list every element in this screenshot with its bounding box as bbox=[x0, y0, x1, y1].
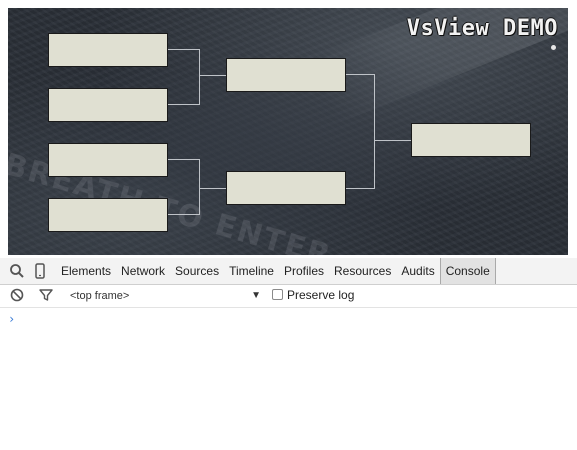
bracket-slot-r1-2[interactable] bbox=[48, 88, 168, 122]
devtools-panel: Elements Network Sources Timeline Profil… bbox=[0, 258, 577, 450]
chevron-down-icon: ▼ bbox=[251, 290, 261, 301]
bracket-connector bbox=[168, 104, 200, 105]
bracket-connector bbox=[199, 159, 200, 215]
bracket-connector bbox=[168, 214, 200, 215]
devtools-tabbar: Elements Network Sources Timeline Profil… bbox=[0, 258, 577, 285]
frame-select[interactable]: <top frame> ▼ bbox=[70, 287, 265, 305]
bracket-connector bbox=[374, 74, 375, 189]
tab-network[interactable]: Network bbox=[116, 258, 170, 284]
bracket-connector bbox=[199, 188, 226, 189]
bracket-connector bbox=[374, 140, 411, 141]
preserve-log-checkbox[interactable] bbox=[272, 289, 283, 300]
bracket-slot-r1-3[interactable] bbox=[48, 143, 168, 177]
frame-select-value: <top frame> bbox=[70, 290, 130, 302]
device-mode-icon[interactable] bbox=[31, 262, 49, 280]
bracket-connector bbox=[199, 75, 226, 76]
tab-elements[interactable]: Elements bbox=[56, 258, 116, 284]
tab-profiles[interactable]: Profiles bbox=[279, 258, 329, 284]
title-dot bbox=[551, 45, 556, 50]
bracket-connector bbox=[346, 188, 375, 189]
stage-title: VsView DEMO bbox=[406, 16, 558, 41]
tab-timeline[interactable]: Timeline bbox=[224, 258, 279, 284]
preserve-log-label: Preserve log bbox=[287, 288, 355, 302]
bracket-slot-r1-1[interactable] bbox=[48, 33, 168, 67]
bracket-slot-r2-1[interactable] bbox=[226, 58, 346, 92]
inspect-search-icon[interactable] bbox=[8, 262, 26, 280]
console-toolbar: <top frame> ▼ Preserve log bbox=[0, 285, 577, 308]
devtools-tabs: Elements Network Sources Timeline Profil… bbox=[56, 258, 496, 284]
page-viewport: BREATH TO ENTER VsView DEMO bbox=[0, 0, 577, 258]
bracket-connector bbox=[199, 49, 200, 105]
bracket-connector bbox=[168, 49, 200, 50]
console-prompt-icon: › bbox=[8, 312, 16, 326]
tab-console[interactable]: Console bbox=[439, 258, 496, 284]
console-output[interactable]: › bbox=[0, 308, 577, 450]
bracket-slot-r1-4[interactable] bbox=[48, 198, 168, 232]
tab-resources[interactable]: Resources bbox=[329, 258, 396, 284]
bracket-connector bbox=[346, 74, 375, 75]
bracket-connector bbox=[168, 159, 200, 160]
filter-icon[interactable] bbox=[37, 286, 55, 304]
bracket-slot-final[interactable] bbox=[411, 123, 531, 157]
tab-audits[interactable]: Audits bbox=[396, 258, 439, 284]
clear-console-icon[interactable] bbox=[8, 286, 26, 304]
tab-sources[interactable]: Sources bbox=[170, 258, 224, 284]
bracket-slot-r2-2[interactable] bbox=[226, 171, 346, 205]
vsview-stage: BREATH TO ENTER VsView DEMO bbox=[8, 8, 568, 255]
